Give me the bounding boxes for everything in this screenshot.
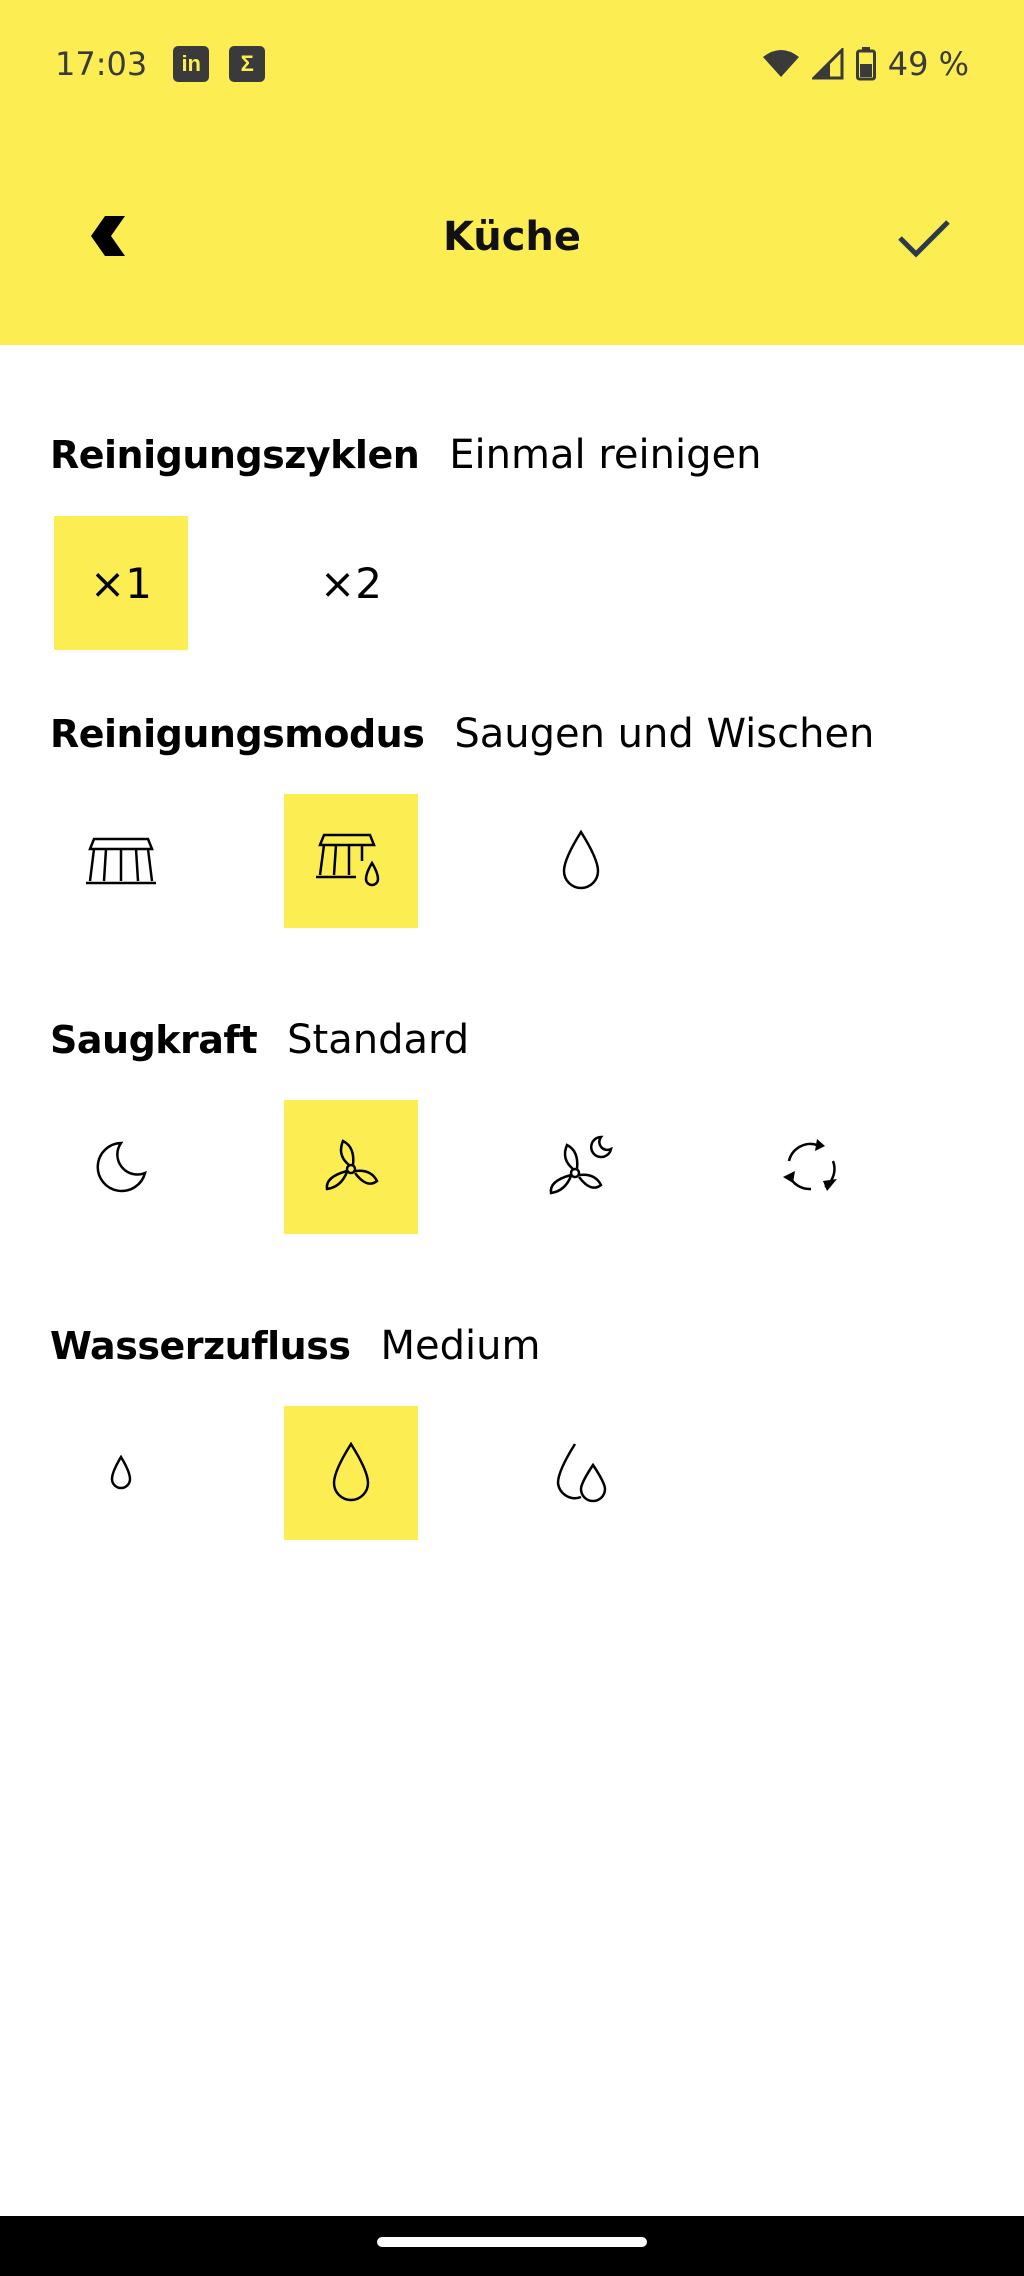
cycle-option-label: ×2 (320, 558, 382, 608)
app-bar: Küche (0, 128, 1024, 345)
water-option-high[interactable] (514, 1406, 648, 1540)
confirm-button[interactable] (894, 208, 954, 268)
cycles-section-header: Reinigungszyklen Einmal reinigen (50, 432, 761, 478)
brush-icon (86, 837, 156, 885)
small-drop-icon (110, 1455, 132, 1490)
page-title: Küche (442, 214, 582, 260)
status-time: 17:03 (55, 45, 148, 83)
checkmark-icon (898, 220, 950, 258)
battery-percent: 49 % (887, 45, 969, 83)
mode-value: Saugen und Wischen (454, 711, 875, 757)
double-drop-icon (556, 1443, 607, 1503)
mode-label: Reinigungsmodus (50, 712, 425, 756)
water-section-header: Wasserzufluss Medium (50, 1323, 540, 1369)
mode-option-mop[interactable] (514, 794, 648, 928)
mode-option-vacuum-mop[interactable] (284, 794, 418, 928)
suction-value: Standard (287, 1017, 470, 1063)
wifi-icon (762, 50, 799, 77)
home-gesture-handle[interactable] (377, 2237, 647, 2247)
sigma-icon: Σ (229, 46, 266, 82)
battery-icon (855, 47, 876, 81)
water-value: Medium (380, 1323, 541, 1369)
cycle-option-x1[interactable]: ×1 (54, 516, 188, 650)
signal-icon (811, 48, 844, 80)
brush-drop-icon (316, 833, 380, 887)
mode-option-vacuum[interactable] (54, 794, 188, 928)
medium-drop-icon (332, 1441, 370, 1502)
mode-section-header: Reinigungsmodus Saugen und Wischen (50, 711, 874, 757)
suction-option-auto[interactable] (744, 1100, 878, 1234)
status-indicators: 49 % (762, 45, 969, 83)
fan-moon-icon (549, 1135, 613, 1195)
cycle-option-label: ×1 (90, 558, 152, 608)
drop-icon (562, 829, 600, 890)
linkedin-icon: in (173, 46, 210, 82)
suction-option-fan-quiet[interactable] (514, 1100, 648, 1234)
cycles-value: Einmal reinigen (449, 432, 762, 478)
auto-cycle-icon (783, 1139, 837, 1191)
water-option-medium[interactable] (284, 1406, 418, 1540)
cycle-option-x2[interactable]: ×2 (284, 516, 418, 650)
suction-option-quiet[interactable] (54, 1100, 188, 1234)
cycles-label: Reinigungszyklen (50, 433, 420, 477)
fan-icon (325, 1139, 379, 1191)
water-option-low[interactable] (54, 1406, 188, 1540)
status-bar: 17:03 in Σ 49 % (0, 0, 1024, 128)
suction-option-standard[interactable] (284, 1100, 418, 1234)
water-label: Wasserzufluss (50, 1324, 351, 1368)
moon-icon (96, 1141, 147, 1193)
suction-label: Saugkraft (50, 1018, 258, 1062)
suction-section-header: Saugkraft Standard (50, 1017, 469, 1063)
